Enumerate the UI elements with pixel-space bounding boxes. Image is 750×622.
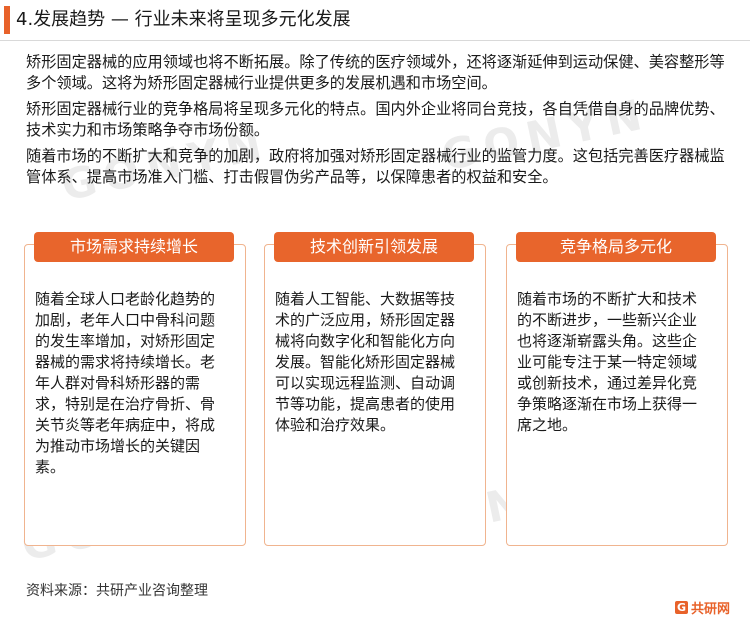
trend-card-tech-innovation: 随着人工智能、大数据等技术的广泛应用，矫形固定器械将向数字化和智能化方向发展。智… xyxy=(264,244,486,546)
card-title: 市场需求持续增长 xyxy=(34,232,234,262)
logo-text: 共研网 xyxy=(690,602,730,617)
trend-card-market-demand: 随着全球人口老龄化趋势的加剧，老年人口中骨科问题的发生率增加，对矫形固定器械的需… xyxy=(24,244,246,546)
page-header: 4.发展趋势 — 行业未来将呈现多元化发展 xyxy=(0,0,750,41)
card-body: 随着全球人口老龄化趋势的加剧，老年人口中骨科问题的发生率增加，对矫形固定器械的需… xyxy=(35,290,216,476)
page-title: 4.发展趋势 — 行业未来将呈现多元化发展 xyxy=(16,9,351,30)
source-note: 资料来源：共研产业咨询整理 xyxy=(26,583,208,599)
header-accent-bar xyxy=(4,6,10,34)
card-body: 随着人工智能、大数据等技术的广泛应用，矫形固定器械将向数字化和智能化方向发展。智… xyxy=(275,290,456,434)
card-title: 竞争格局多元化 xyxy=(516,232,716,262)
card-body: 随着市场的不断扩大和技术的不断进步，一些新兴企业也将逐渐崭露头角。这些企业可能专… xyxy=(517,290,698,434)
trend-card-competition: 随着市场的不断扩大和技术的不断进步，一些新兴企业也将逐渐崭露头角。这些企业可能专… xyxy=(506,244,728,546)
card-title: 技术创新引领发展 xyxy=(274,232,474,262)
paragraph: 矫形固定器械行业的竞争格局将呈现多元化的特点。国内外企业将同台竞技，各自凭借自身… xyxy=(26,100,725,139)
paragraph: 随着市场的不断扩大和竞争的加剧，政府将加强对矫形固定器械行业的监管力度。这包括完… xyxy=(26,147,725,186)
brand-logo: G 共研网 xyxy=(674,598,730,617)
logo-icon: G xyxy=(674,601,688,614)
paragraph: 矫形固定器械的应用领域也将不断拓展。除了传统的医疗领域外，还将逐渐延伸到运动保健… xyxy=(26,53,725,92)
intro-text: 矫形固定器械的应用领域也将不断拓展。除了传统的医疗领域外，还将逐渐延伸到运动保健… xyxy=(26,52,726,193)
